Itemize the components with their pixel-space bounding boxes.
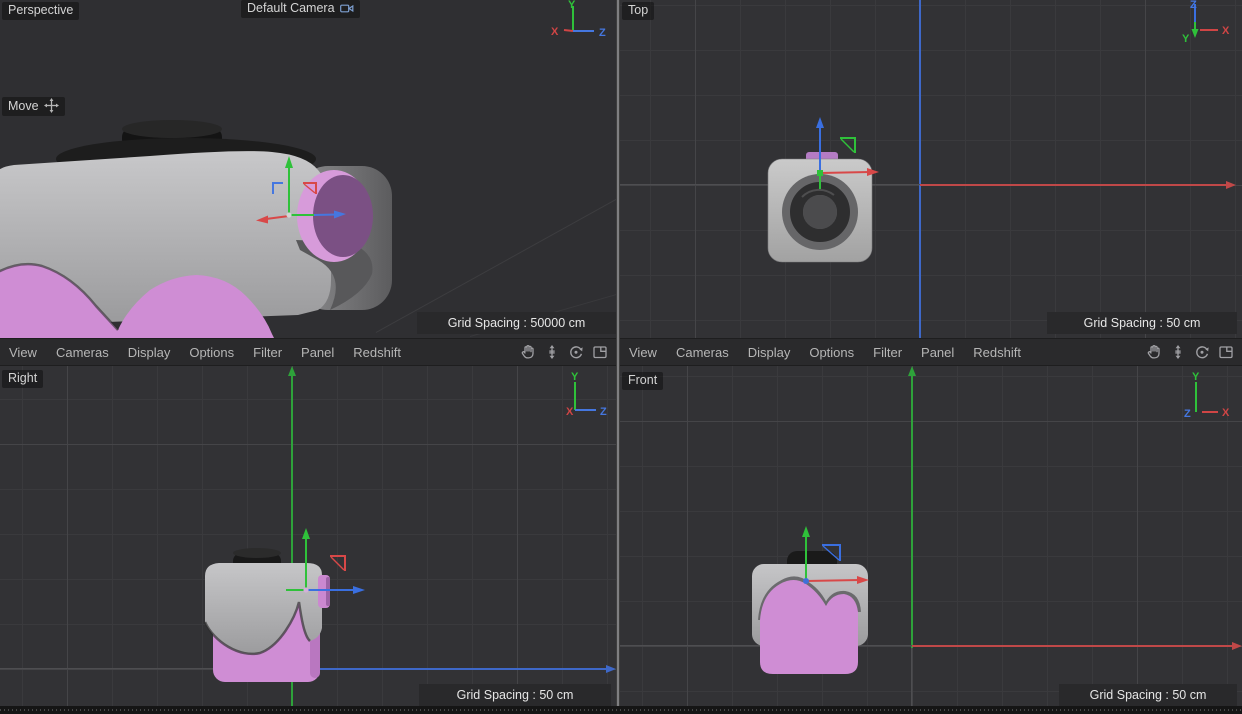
- menu-item-display[interactable]: Display: [748, 345, 791, 360]
- viewport-label: Perspective: [2, 2, 79, 20]
- perspective-grid-line: [376, 187, 616, 333]
- menu-item-filter[interactable]: Filter: [873, 345, 902, 360]
- svg-text:Y: Y: [571, 371, 579, 383]
- world-axis-x-arrow: [1232, 642, 1242, 650]
- viewport-right[interactable]: Right Y X Z Grid Spacing : 50 cm: [0, 366, 616, 706]
- move-cross-icon: [44, 98, 59, 113]
- timeline-edge-strip: [0, 706, 1242, 714]
- world-axis-y-arrow: [288, 366, 296, 376]
- move-gizmo[interactable]: [240, 128, 355, 228]
- viewport-divider[interactable]: [616, 0, 620, 706]
- menu-item-redshift[interactable]: Redshift: [973, 345, 1021, 360]
- viewport-perspective[interactable]: Perspective Default Camera Move Y X Z Gr…: [0, 0, 616, 338]
- world-axis-y-arrow: [908, 366, 916, 376]
- svg-text:Z: Z: [599, 27, 606, 39]
- grid-spacing-label: Grid Spacing : 50 cm: [419, 684, 611, 706]
- viewport-menubar-right: View Cameras Display Options Filter Pane…: [620, 338, 1242, 366]
- viewport-front[interactable]: Front Y Z X Grid Spacing : 50 cm: [620, 366, 1242, 706]
- menu-item-redshift[interactable]: Redshift: [353, 345, 401, 360]
- viewport-label: Front: [622, 372, 663, 390]
- dolly-zoom-icon[interactable]: [542, 343, 562, 361]
- menu-items: View Cameras Display Options Filter Pane…: [0, 345, 518, 360]
- svg-text:Y: Y: [1182, 33, 1190, 45]
- svg-text:Z: Z: [1184, 408, 1191, 420]
- menu-item-cameras[interactable]: Cameras: [56, 345, 109, 360]
- single-view-toggle-icon[interactable]: [1216, 343, 1236, 361]
- svg-text:Y: Y: [568, 0, 576, 11]
- grid-spacing-label: Grid Spacing : 50 cm: [1059, 684, 1237, 706]
- menu-item-options[interactable]: Options: [809, 345, 854, 360]
- svg-text:X: X: [1222, 25, 1230, 37]
- camera-object-right[interactable]: [198, 520, 383, 690]
- viewport-menubar-left: View Cameras Display Options Filter Pane…: [0, 338, 616, 366]
- viewport-label: Right: [2, 370, 43, 388]
- active-tool-label: Move: [2, 97, 65, 116]
- axis-gizmo-perspective: Y X Z: [546, 0, 612, 48]
- camera-object-front[interactable]: [748, 522, 883, 687]
- camera-object-top[interactable]: [760, 115, 910, 265]
- active-camera-label[interactable]: Default Camera: [241, 0, 360, 18]
- menu-item-view[interactable]: View: [9, 345, 37, 360]
- world-axis-z-arrow: [606, 665, 616, 673]
- orbit-rotate-icon[interactable]: [1192, 343, 1212, 361]
- world-axis-x: [912, 645, 1232, 647]
- menu-items: View Cameras Display Options Filter Pane…: [620, 345, 1144, 360]
- axis-gizmo-right: Y X Z: [546, 368, 612, 420]
- camera-swap-icon[interactable]: [340, 3, 354, 14]
- menu-item-cameras[interactable]: Cameras: [676, 345, 729, 360]
- menu-item-panel[interactable]: Panel: [301, 345, 334, 360]
- menu-item-filter[interactable]: Filter: [253, 345, 282, 360]
- grid-spacing-label: Grid Spacing : 50000 cm: [417, 312, 616, 334]
- svg-text:X: X: [551, 26, 559, 38]
- orbit-rotate-icon[interactable]: [566, 343, 586, 361]
- axis-gizmo-top: Z Y X: [1166, 0, 1232, 48]
- world-axis-y: [911, 372, 913, 648]
- dolly-zoom-icon[interactable]: [1168, 343, 1188, 361]
- svg-text:Y: Y: [1192, 371, 1200, 383]
- hand-icon[interactable]: [518, 343, 538, 361]
- single-view-toggle-icon[interactable]: [590, 343, 610, 361]
- svg-text:X: X: [566, 406, 574, 418]
- c4d-quad-viewport: { "menu": { "items": ["View", "Cameras",…: [0, 0, 1242, 714]
- world-axis-negative-y: [911, 648, 912, 706]
- hand-icon[interactable]: [1144, 343, 1164, 361]
- menu-item-options[interactable]: Options: [189, 345, 234, 360]
- viewport-label: Top: [622, 2, 654, 20]
- axis-gizmo-front: Y Z X: [1166, 368, 1232, 420]
- world-axis-x: [920, 184, 1226, 186]
- svg-text:Z: Z: [1190, 0, 1197, 11]
- menu-item-view[interactable]: View: [629, 345, 657, 360]
- menu-item-panel[interactable]: Panel: [921, 345, 954, 360]
- grid-spacing-label: Grid Spacing : 50 cm: [1047, 312, 1237, 334]
- svg-text:Z: Z: [600, 406, 607, 418]
- svg-text:X: X: [1222, 407, 1230, 419]
- world-axis-z: [919, 0, 921, 338]
- world-axis-x-arrow: [1226, 181, 1236, 189]
- menu-item-display[interactable]: Display: [128, 345, 171, 360]
- viewport-top[interactable]: Top Z Y X Grid Spacing : 50 cm: [620, 0, 1242, 338]
